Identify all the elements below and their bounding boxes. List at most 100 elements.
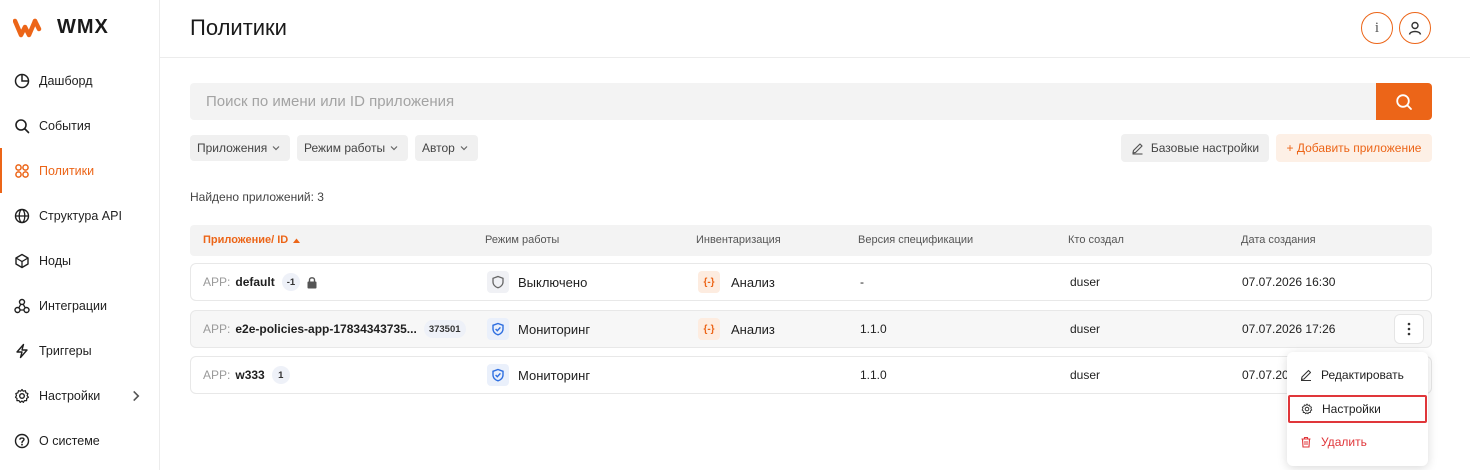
- chevron-down-icon: [460, 146, 468, 151]
- menu-item-edit[interactable]: Редактировать: [1287, 361, 1428, 389]
- column-application[interactable]: Приложение/ ID: [203, 234, 301, 246]
- search-button[interactable]: [1376, 83, 1432, 120]
- search-icon: [1396, 93, 1412, 110]
- chevron-down-icon: [390, 146, 398, 151]
- filter-label: Режим работы: [304, 141, 386, 155]
- basic-settings-label: Базовые настройки: [1150, 141, 1260, 155]
- grid-icon: [15, 163, 29, 178]
- add-application-label: + Добавить приложение: [1286, 141, 1422, 155]
- menu-item-settings[interactable]: Настройки: [1288, 395, 1427, 423]
- sidebar-item-nodes[interactable]: Ноды: [0, 238, 160, 283]
- inventory-text: Анализ: [731, 274, 775, 290]
- table-header: Приложение/ ID Режим работы Инвентаризац…: [190, 225, 1432, 256]
- app-id-badge: 373501: [423, 320, 466, 338]
- sidebar-item-api-structure[interactable]: Структура API: [0, 193, 160, 238]
- filter-author[interactable]: Автор: [415, 135, 478, 161]
- sidebar-item-integrations[interactable]: Интеграции: [0, 283, 160, 328]
- basic-settings-button[interactable]: Базовые настройки: [1121, 134, 1269, 162]
- chevron-down-icon: [272, 146, 280, 151]
- filter-label: Приложения: [197, 141, 268, 155]
- logo-text: WMX: [57, 16, 109, 38]
- app-name: default: [235, 275, 275, 289]
- cube-icon: [15, 253, 29, 268]
- sidebar-item-policies[interactable]: Политики: [0, 148, 160, 193]
- row-context-menu: Редактировать Настройки Удалить: [1287, 352, 1428, 466]
- table-row[interactable]: APP: e2e-policies-app-17834343735... 373…: [190, 310, 1432, 348]
- pencil-icon: [1300, 369, 1312, 381]
- filter-applications[interactable]: Приложения: [190, 135, 290, 161]
- sort-asc-icon: [293, 238, 301, 243]
- app-name: e2e-policies-app-17834343735...: [235, 322, 417, 336]
- sidebar-item-label: Дашборд: [39, 73, 93, 88]
- sidebar-item-label: События: [39, 118, 91, 133]
- search-input[interactable]: [190, 83, 1376, 120]
- gear-icon: [14, 388, 29, 403]
- chevron-right-icon: [133, 390, 140, 402]
- lightning-icon: [16, 343, 28, 358]
- app-id-badge: -1: [281, 273, 301, 291]
- info-icon: i: [1374, 19, 1380, 36]
- pencil-icon: [1132, 142, 1143, 155]
- mode-text: Выключено: [518, 274, 588, 290]
- logo[interactable]: WMX: [13, 16, 109, 39]
- menu-item-delete[interactable]: Удалить: [1287, 428, 1428, 456]
- app-cell: APP: default -1: [203, 264, 318, 300]
- shield-check-icon: [487, 318, 509, 340]
- filter-mode[interactable]: Режим работы: [297, 135, 408, 161]
- globe-icon: [14, 208, 30, 223]
- user-profile-button[interactable]: [1399, 12, 1431, 44]
- pie-chart-icon: [14, 73, 30, 88]
- sidebar-item-about[interactable]: О системе: [0, 418, 160, 463]
- sidebar-nav: Дашборд События Политики Структура API Н…: [0, 58, 160, 463]
- author-cell: duser: [1070, 322, 1101, 336]
- mode-text: Мониторинг: [518, 367, 591, 383]
- user-icon: [1408, 21, 1422, 35]
- author-cell: duser: [1070, 275, 1101, 289]
- app-prefix: APP:: [203, 322, 231, 336]
- inventory-text: Анализ: [731, 321, 775, 337]
- inventory-icon: {-}: [698, 318, 720, 340]
- created-cell: 07.07.2026 16:30: [1242, 275, 1336, 289]
- mode-cell: Мониторинг: [487, 311, 590, 347]
- column-inventory: Инвентаризация: [696, 234, 781, 246]
- row-actions-button[interactable]: [1394, 314, 1424, 344]
- table-row[interactable]: APP: w333 1 Мониторинг 1.1.0 duser 07.07…: [190, 356, 1432, 394]
- header: Политики i: [160, 0, 1470, 58]
- filter-label: Автор: [422, 141, 455, 155]
- help-icon: [14, 433, 30, 448]
- column-created: Дата создания: [1241, 234, 1316, 246]
- sidebar-item-label: Структура API: [39, 208, 122, 223]
- column-label: Приложение/ ID: [203, 234, 289, 246]
- spec-cell: -: [860, 275, 864, 289]
- results-count: Найдено приложений: 3: [190, 190, 324, 204]
- sidebar-item-triggers[interactable]: Триггеры: [0, 328, 160, 373]
- table-row[interactable]: APP: default -1 Выключено {-} Анализ - d…: [190, 263, 1432, 301]
- mode-text: Мониторинг: [518, 321, 591, 337]
- page-title: Политики: [190, 15, 287, 40]
- app-name: w333: [235, 368, 265, 382]
- menu-item-label: Редактировать: [1321, 368, 1404, 382]
- sidebar-item-label: Ноды: [39, 253, 71, 268]
- sidebar-item-label: О системе: [39, 433, 100, 448]
- spec-cell: 1.1.0: [860, 368, 887, 382]
- inventory-cell: {-} Анализ: [698, 264, 775, 300]
- lock-icon: [307, 276, 317, 288]
- add-application-button[interactable]: + Добавить приложение: [1276, 134, 1432, 162]
- wmx-logo-icon: [13, 18, 42, 37]
- sidebar-item-events[interactable]: События: [0, 103, 160, 148]
- app-cell: APP: e2e-policies-app-17834343735... 373…: [203, 311, 466, 347]
- more-vertical-icon: [1407, 322, 1411, 336]
- spec-cell: 1.1.0: [860, 322, 887, 336]
- mode-cell: Мониторинг: [487, 357, 590, 393]
- author-cell: duser: [1070, 368, 1101, 382]
- sidebar-item-settings[interactable]: Настройки: [0, 373, 160, 418]
- app-id-badge: 1: [271, 366, 290, 384]
- created-cell: 07.07.2026 17:26: [1242, 322, 1336, 336]
- app-cell: APP: w333 1: [203, 357, 290, 393]
- integrations-icon: [14, 298, 30, 313]
- search-icon: [15, 118, 30, 133]
- info-button[interactable]: i: [1361, 12, 1393, 44]
- sidebar-item-dashboard[interactable]: Дашборд: [0, 58, 160, 103]
- column-author: Кто создал: [1068, 234, 1124, 246]
- sidebar-item-label: Политики: [39, 163, 95, 178]
